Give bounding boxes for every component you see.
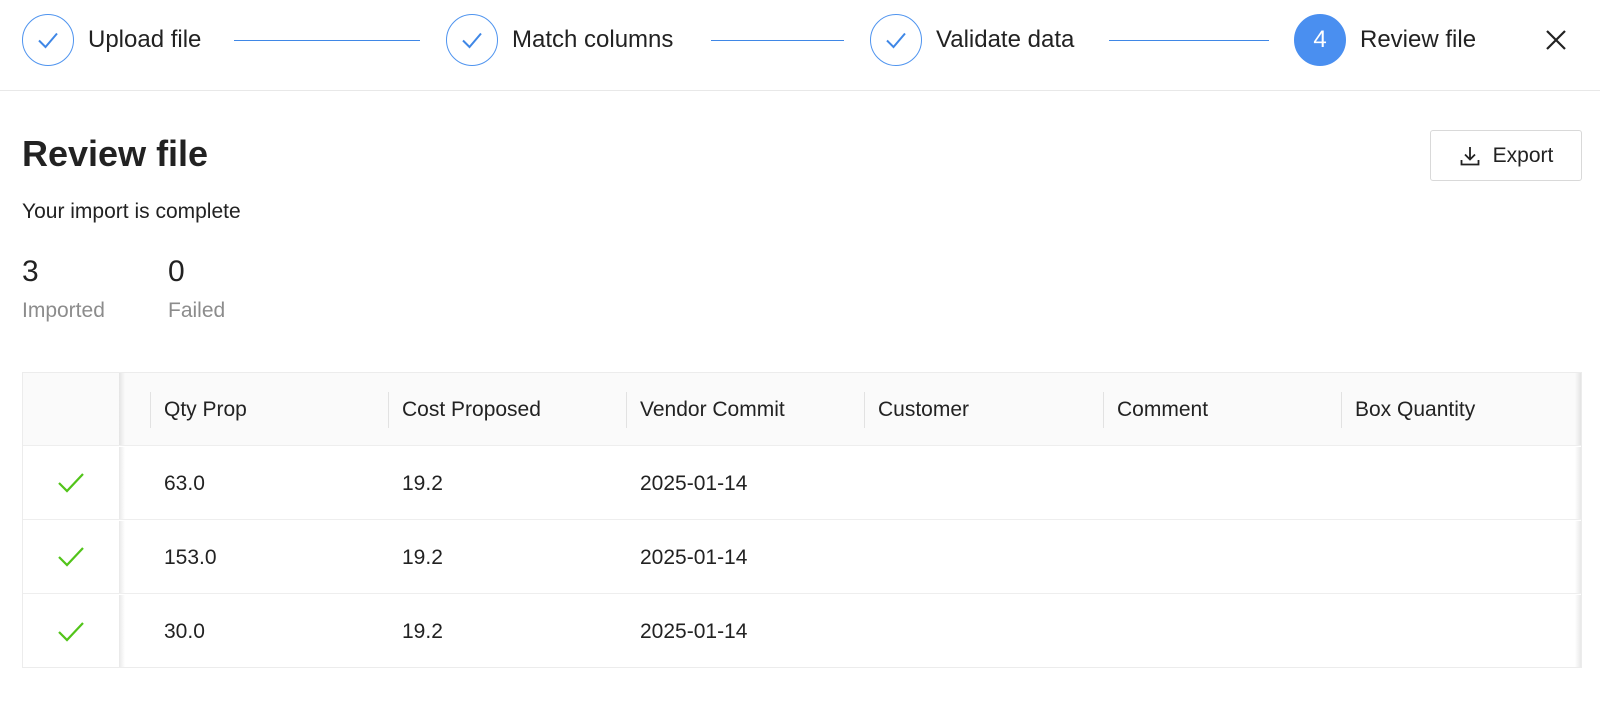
column-header[interactable]: Qty Prop: [150, 373, 388, 446]
download-icon: [1460, 146, 1480, 165]
success-check-icon: [58, 621, 84, 642]
stat-label: Failed: [168, 299, 226, 322]
stat-value: 3: [22, 255, 39, 288]
column-separator: [1103, 392, 1104, 428]
table-cell: 2025-01-14: [640, 471, 748, 495]
step-label: Review file: [1360, 26, 1477, 53]
table-cell: [864, 447, 1102, 520]
column-separator: [864, 392, 865, 428]
table-cell: [1341, 595, 1579, 667]
table-cell: 30.0: [164, 619, 205, 643]
check-icon: [22, 14, 74, 66]
fixed-column-shadow: [119, 447, 125, 519]
page-title: Review file: [22, 133, 209, 174]
table-cell: 19.2: [402, 545, 443, 569]
fixed-column-shadow: [119, 373, 125, 445]
close-button[interactable]: [1538, 22, 1574, 58]
review-table: Qty Prop Cost Proposed Vendor Commit Cus…: [22, 372, 1582, 668]
column-separator: [1341, 392, 1342, 428]
table-cell: 63.0: [164, 471, 205, 495]
step-number: 4: [1294, 14, 1346, 66]
check-icon: [870, 14, 922, 66]
step-review-file: 4 Review file: [1294, 14, 1476, 66]
row-status: [23, 521, 119, 593]
column-separator: [626, 392, 627, 428]
table-cell: 19.2: [402, 619, 443, 643]
step-connector: [1109, 40, 1269, 41]
fixed-column-shadow: [119, 521, 125, 593]
column-header[interactable]: Vendor Commit: [626, 373, 864, 446]
scroll-shadow: [1575, 521, 1581, 593]
column-header-label: Customer: [878, 397, 970, 421]
table-cell: [864, 521, 1102, 594]
column-header[interactable]: Comment: [1103, 373, 1341, 446]
column-header-label: Comment: [1117, 397, 1209, 421]
step-upload-file: Upload file: [22, 14, 201, 66]
fixed-column-shadow: [119, 595, 125, 667]
step-match-columns: Match columns: [446, 14, 673, 66]
column-header-label: Vendor Commit: [640, 397, 785, 421]
success-check-icon: [58, 473, 84, 493]
import-stepper: Upload file Match columns Validate data …: [0, 0, 1600, 91]
column-header-label: Cost Proposed: [402, 397, 541, 421]
table-cell: [1103, 447, 1341, 520]
stat-imported: 3 Imported: [22, 255, 105, 323]
table-cell: [1103, 521, 1341, 594]
table-cell: [1103, 595, 1341, 667]
row-status: [23, 447, 119, 519]
step-connector: [234, 40, 420, 41]
step-label: Validate data: [936, 26, 1075, 53]
table-cell: [864, 595, 1102, 667]
table-cell: [1341, 447, 1579, 520]
column-header[interactable]: Box Quantity: [1341, 373, 1579, 446]
column-separator: [388, 392, 389, 428]
table-cell: 153.0: [164, 545, 217, 569]
step-label: Match columns: [512, 26, 674, 53]
column-header[interactable]: Customer: [864, 373, 1102, 446]
table-cell: 19.2: [402, 471, 443, 495]
export-label: Export: [1492, 143, 1554, 167]
table-row: 63.0 19.2 2025-01-14: [23, 447, 1581, 520]
stat-value: 0: [168, 255, 185, 288]
step-label: Upload file: [88, 26, 202, 53]
step-validate-data: Validate data: [870, 14, 1074, 66]
step-connector: [711, 40, 844, 41]
column-separator: [150, 392, 151, 428]
column-header-label: Box Quantity: [1355, 397, 1476, 421]
table-row: 30.0 19.2 2025-01-14: [23, 595, 1581, 667]
table-cell: 2025-01-14: [640, 619, 748, 643]
stat-failed: 0 Failed: [168, 255, 225, 323]
column-header[interactable]: Cost Proposed: [388, 373, 626, 446]
row-status: [23, 595, 119, 667]
scroll-shadow: [1575, 373, 1581, 445]
export-button[interactable]: Export: [1430, 130, 1582, 181]
column-header-label: Qty Prop: [164, 397, 247, 421]
table-cell: 2025-01-14: [640, 545, 748, 569]
scroll-shadow: [1575, 447, 1581, 519]
table-row: 153.0 19.2 2025-01-14: [23, 521, 1581, 594]
import-status-text: Your import is complete: [22, 200, 241, 223]
close-icon: [1546, 30, 1566, 50]
table-header: Qty Prop Cost Proposed Vendor Commit Cus…: [23, 373, 1581, 446]
status-column-header: [23, 373, 119, 445]
stat-label: Imported: [22, 299, 105, 322]
success-check-icon: [58, 547, 84, 567]
table-cell: [1341, 521, 1579, 594]
scroll-shadow: [1575, 595, 1581, 667]
check-icon: [446, 14, 498, 66]
